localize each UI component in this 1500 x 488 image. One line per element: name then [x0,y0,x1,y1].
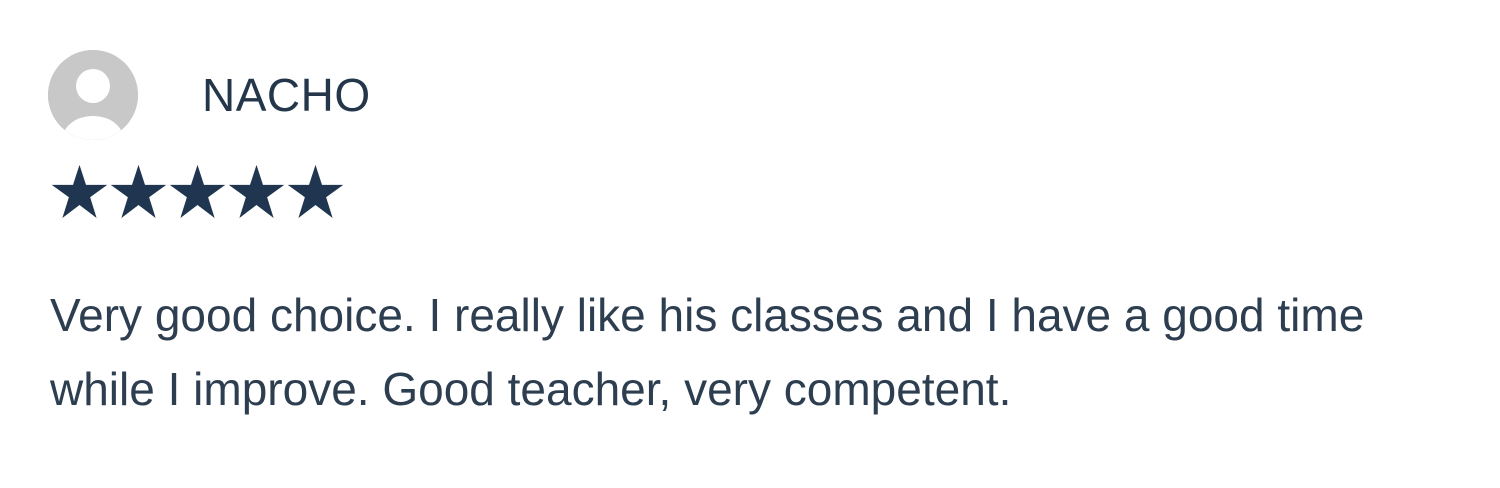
default-user-avatar-icon [48,50,138,140]
star-rating [50,160,345,224]
review-text: Very good choice. I really like his clas… [50,289,1365,415]
avatar [48,50,138,140]
reviewer-name: NACHO [202,69,371,121]
star-icon [169,164,226,218]
star-icon [287,164,344,218]
star-icon [228,164,285,218]
star-icon [51,164,108,218]
star-icon [110,164,167,218]
review-header: NACHO [48,50,371,140]
review-card: NACHO Very good choice. I really like hi… [0,0,1500,488]
